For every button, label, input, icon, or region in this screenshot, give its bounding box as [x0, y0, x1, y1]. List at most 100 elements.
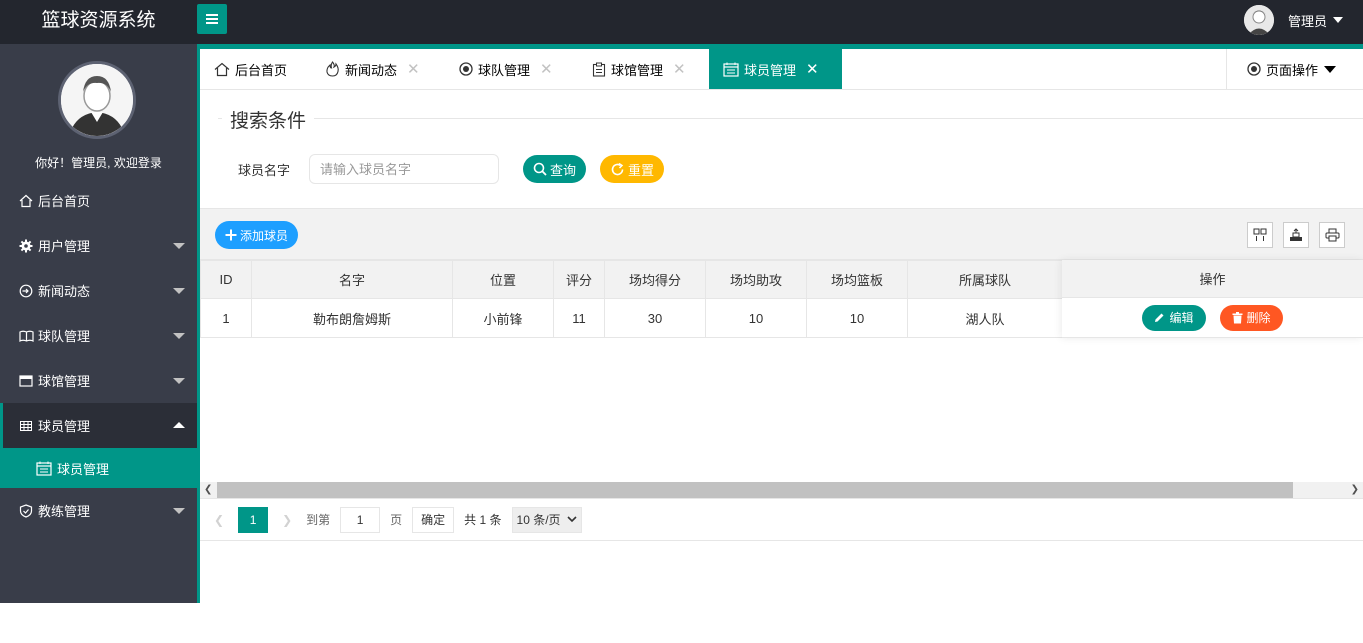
chevron-down-icon [173, 378, 185, 384]
pagination: ❮ 1 ❯ 到第 页 确定 共 1 条 10 条/页 [200, 498, 1363, 541]
sidebar-item-home[interactable]: 后台首页 [0, 178, 197, 223]
close-icon[interactable]: ✕ [540, 60, 553, 78]
cell-id: 1 [200, 298, 252, 338]
column-header-name[interactable]: 名字 [251, 260, 453, 299]
search-button-label: 查询 [550, 162, 577, 178]
delete-button-label: 删除 [1246, 311, 1271, 325]
refresh-icon [610, 162, 625, 177]
page-ops-label: 页面操作 [1266, 62, 1319, 78]
user-menu[interactable]: 管理员 [1243, 5, 1343, 35]
menu-toggle-button[interactable] [197, 4, 227, 34]
scroll-left-icon[interactable]: ❮ [204, 484, 212, 495]
chevron-down-icon [173, 288, 185, 294]
tab-arenas[interactable]: 球馆管理 ✕ [592, 49, 686, 89]
tab-label: 球员管理 [744, 62, 797, 78]
sidebar-item-label: 新闻动态 [38, 284, 91, 299]
clipboard-icon [592, 62, 606, 77]
search-button[interactable]: 查询 [523, 155, 587, 183]
goto-confirm-button[interactable]: 确定 [412, 506, 455, 533]
home-icon [18, 193, 34, 209]
next-page-icon[interactable]: ❯ [282, 513, 292, 527]
calendar-list-icon [723, 62, 739, 77]
sidebar-subitem-label: 球员管理 [57, 461, 110, 477]
tab-label: 后台首页 [235, 62, 288, 78]
scroll-right-icon[interactable]: ❯ [1351, 484, 1359, 495]
sidebar-item-label: 教练管理 [38, 504, 91, 519]
tab-teams[interactable]: 球队管理 ✕ [459, 49, 553, 89]
cell-rating: 11 [553, 298, 605, 338]
scrollbar-thumb[interactable] [217, 482, 1293, 498]
cell-points: 30 [604, 298, 706, 338]
close-icon[interactable]: ✕ [806, 60, 819, 78]
horizontal-scrollbar[interactable]: ❮ ❯ [200, 482, 1363, 498]
sidebar-item-arenas[interactable]: 球馆管理 [0, 358, 197, 403]
columns-filter-icon[interactable] [1247, 222, 1273, 248]
sidebar-item-label: 球员管理 [38, 419, 91, 434]
tab-home[interactable]: 后台首页 [214, 49, 287, 89]
page-size-select[interactable]: 10 条/页 [511, 506, 582, 533]
column-header-points[interactable]: 场均得分 [604, 260, 706, 299]
tab-news[interactable]: 新闻动态 ✕ [325, 49, 420, 89]
export-icon[interactable] [1283, 222, 1309, 248]
sidebar-item-players[interactable]: 球员管理 [0, 403, 197, 448]
sidebar-item-news[interactable]: 新闻动态 [0, 268, 197, 313]
search-icon [533, 162, 547, 176]
table-icon [18, 418, 34, 434]
hamburger-icon [206, 14, 218, 16]
players-table: ID 名字 位置 评分 场均得分 场均助攻 场均篮板 所属球队 1 勒布朗詹姆斯… [200, 260, 1063, 338]
search-input[interactable] [309, 154, 499, 184]
edit-button[interactable]: 编辑 [1142, 304, 1206, 331]
plus-icon [225, 229, 237, 241]
column-header-team[interactable]: 所属球队 [907, 260, 1063, 299]
column-header-rating[interactable]: 评分 [553, 260, 605, 299]
table-header-row: ID 名字 位置 评分 场均得分 场均助攻 场均篮板 所属球队 [200, 260, 1063, 299]
sidebar-subitem-players[interactable]: 球员管理 [0, 448, 197, 488]
search-field-label: 球员名字 [238, 163, 291, 178]
column-header-position[interactable]: 位置 [452, 260, 554, 299]
close-icon[interactable]: ✕ [407, 60, 420, 78]
print-icon[interactable] [1319, 222, 1345, 248]
reset-button-label: 重置 [628, 162, 655, 178]
fieldset-divider [218, 118, 1363, 119]
user-name: 管理员 [1287, 13, 1327, 29]
reset-button[interactable]: 重置 [600, 155, 665, 183]
column-header-assists[interactable]: 场均助攻 [705, 260, 807, 299]
pencil-icon [1154, 312, 1165, 323]
sidebar-item-label: 球馆管理 [38, 374, 91, 389]
page-size-value: 10 条/页 [516, 513, 561, 527]
page-operations-menu[interactable]: 页面操作 [1226, 49, 1363, 89]
total-count: 共 1 条 [464, 513, 502, 527]
operations-cell: 编辑 删除 [1062, 298, 1363, 338]
goto-page-input[interactable] [340, 506, 381, 533]
add-player-button[interactable]: 添加球员 [215, 221, 299, 249]
delete-button[interactable]: 删除 [1219, 304, 1283, 331]
prev-page-icon[interactable]: ❮ [214, 513, 224, 527]
book-icon [18, 328, 34, 344]
column-header-id[interactable]: ID [200, 260, 252, 299]
welcome-text: 你好！管理员, 欢迎登录 [35, 156, 162, 170]
sidebar-item-users[interactable]: 用户管理 [0, 223, 197, 268]
sidebar-item-coaches[interactable]: 教练管理 [0, 488, 197, 533]
sidebar-item-label: 用户管理 [38, 239, 91, 254]
tab-players[interactable]: 球员管理 ✕ [709, 49, 842, 89]
radio-icon [1247, 62, 1261, 76]
operations-column: 操作 编辑 删除 [1062, 260, 1363, 338]
home-icon [214, 62, 230, 77]
sidebar: 你好！管理员, 欢迎登录 后台首页 用户管理 新闻动态 球队管理 球馆管理 球员… [0, 44, 197, 603]
page-current[interactable]: 1 [238, 506, 269, 533]
sidebar-item-label: 球队管理 [38, 329, 91, 344]
chevron-down-icon [173, 243, 185, 249]
calendar-list-icon [36, 461, 52, 476]
chevron-down-icon [566, 516, 577, 523]
sidebar-item-teams[interactable]: 球队管理 [0, 313, 197, 358]
gear-icon [18, 238, 34, 254]
hamburger-icon-line [206, 22, 218, 24]
close-icon[interactable]: ✕ [673, 60, 686, 78]
column-header-rebounds[interactable]: 场均篮板 [806, 260, 908, 299]
profile-panel: 你好！管理员, 欢迎登录 [0, 44, 197, 178]
login-icon [18, 283, 34, 299]
chevron-down-icon [173, 508, 185, 514]
sidebar-item-label: 后台首页 [38, 194, 91, 209]
table-row[interactable]: 1 勒布朗詹姆斯 小前锋 11 30 10 10 湖人队 [200, 298, 1063, 338]
window-icon [18, 373, 34, 389]
